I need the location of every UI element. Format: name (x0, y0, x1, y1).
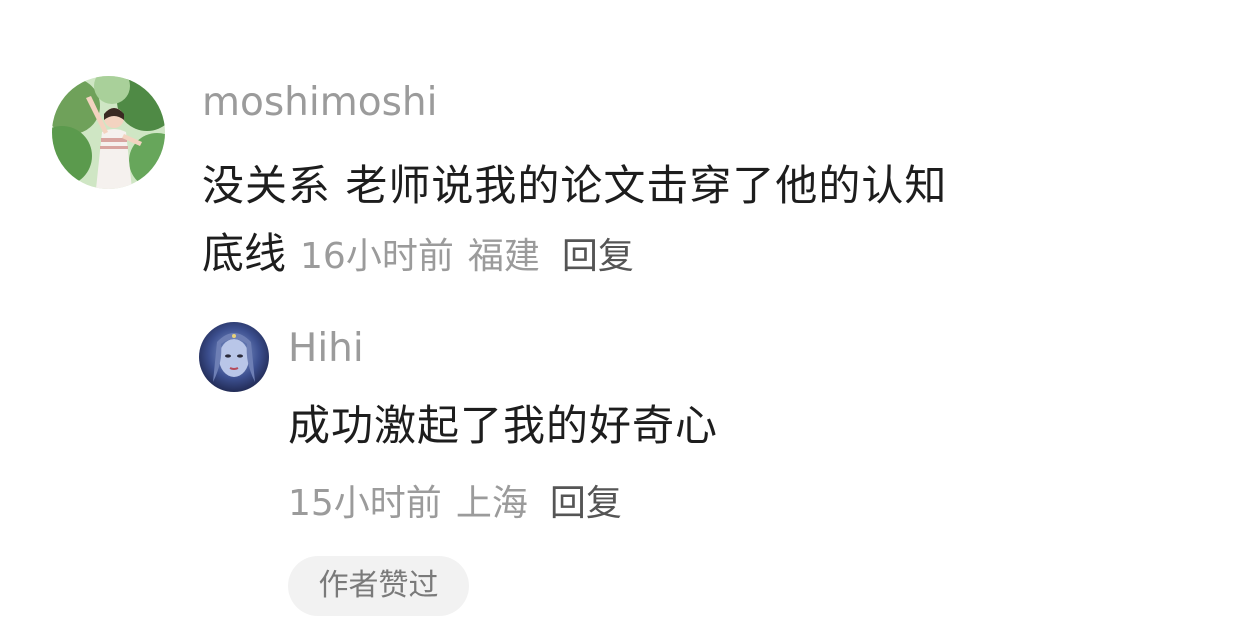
comment-reply-button[interactable]: 回复 (562, 229, 634, 285)
avatar-photo-icon (199, 322, 269, 392)
comment-content-line2: 底线 (202, 229, 287, 278)
reply-location: 上海 (455, 483, 528, 524)
comment-thread: moshimoshi 没关系 老师说我的论文击穿了他的认知 底线 16小时前 福… (0, 0, 1260, 640)
reply-content: 成功激起了我的好奇心 (288, 401, 719, 450)
author-liked-badge: 作者赞过 (288, 556, 469, 616)
comment-time: 16小时前 (300, 236, 454, 277)
comment-content-line2-row: 底线 16小时前 福建 回复 (202, 226, 634, 285)
reply-meta-row: 15小时前 上海 回复 (288, 474, 622, 532)
comment-content-line1: 没关系 老师说我的论文击穿了他的认知 (202, 161, 948, 210)
reply-time: 15小时前 (288, 483, 442, 524)
comment-author[interactable]: moshimoshi (202, 78, 437, 128)
avatar-photo-icon (52, 76, 165, 189)
reply-avatar[interactable] (199, 322, 269, 392)
comment-location: 福建 (467, 236, 540, 277)
avatar[interactable] (52, 76, 165, 189)
reply-author[interactable]: Hihi (288, 324, 364, 374)
reply-reply-button[interactable]: 回复 (550, 474, 622, 526)
